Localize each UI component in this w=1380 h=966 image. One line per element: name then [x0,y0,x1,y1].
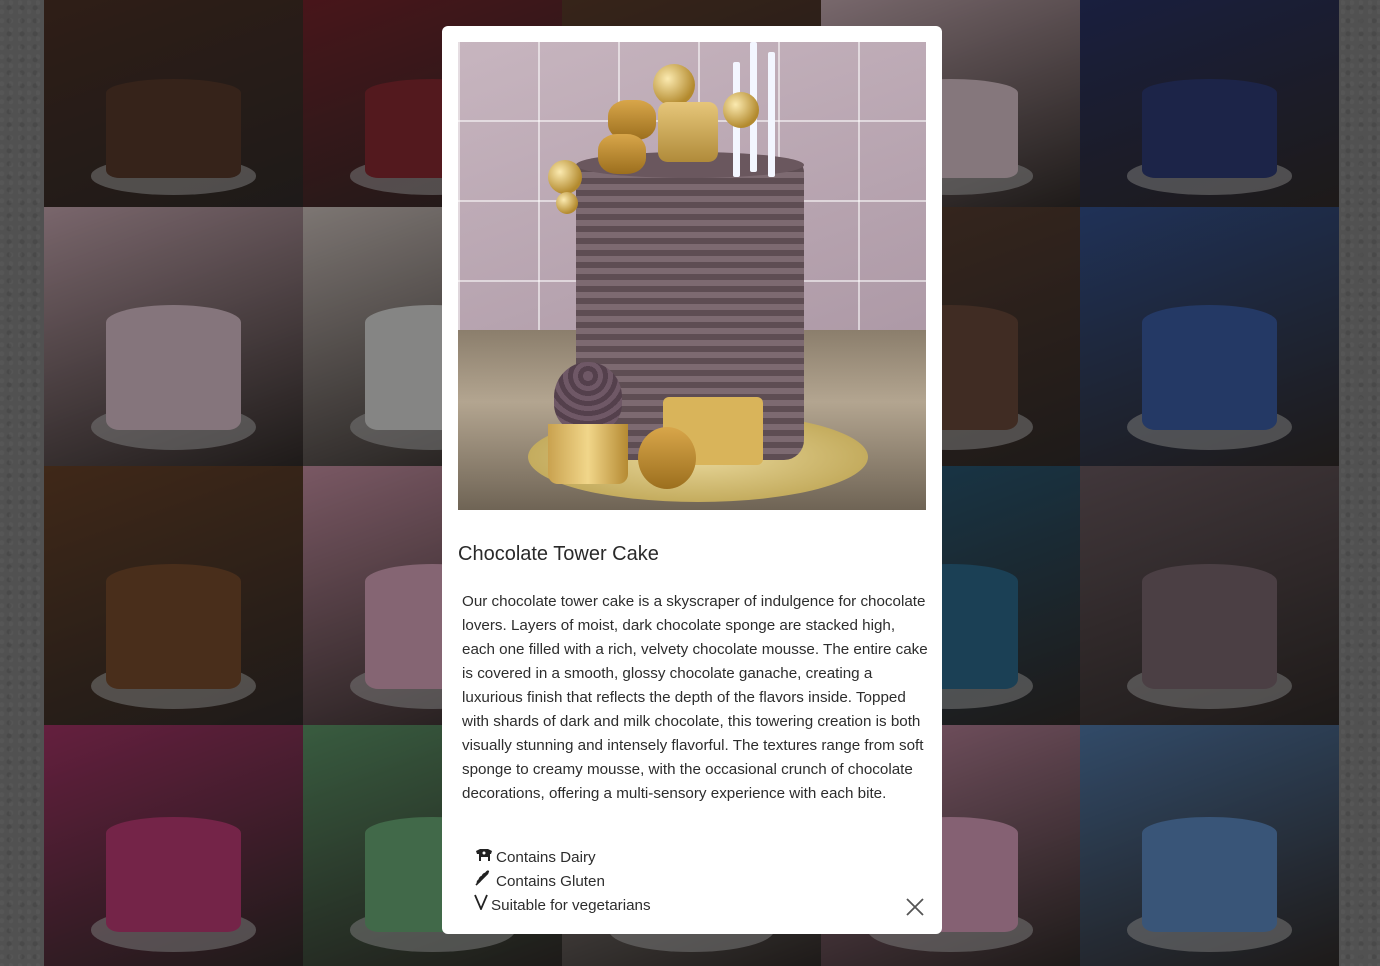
candle [768,52,775,177]
dietary-label: Suitable for vegetarians [491,897,651,914]
close-button[interactable] [904,896,926,918]
gold-ball [723,92,759,128]
dietary-item-vegetarian: Suitable for vegetarians [474,894,651,918]
gold-ball [653,64,695,106]
vegetarian-v-icon [474,894,491,918]
gold-macaron [598,134,646,174]
gold-ball [548,160,582,194]
gold-macaron [638,427,696,489]
dietary-label: Contains Dairy [496,849,596,866]
cake-description: Our chocolate tower cake is a skyscraper… [462,593,928,802]
dietary-item-gluten: Contains Gluten [474,870,651,894]
gold-macaron [658,102,718,162]
gold-ball [556,192,578,214]
wheat-icon [474,870,496,894]
dietary-label: Contains Gluten [496,873,605,890]
dietary-info-list: Contains Dairy Contains Gluten Suitable … [474,846,651,918]
cake-title: Chocolate Tower Cake [458,543,659,565]
chocolate-cupcake [548,362,628,484]
dietary-item-dairy: Contains Dairy [474,846,651,870]
cake-photo [458,42,926,510]
cow-icon [474,846,496,870]
cake-detail-modal: Chocolate Tower Cake Our chocolate tower… [442,26,942,934]
close-icon[interactable] [906,898,924,916]
